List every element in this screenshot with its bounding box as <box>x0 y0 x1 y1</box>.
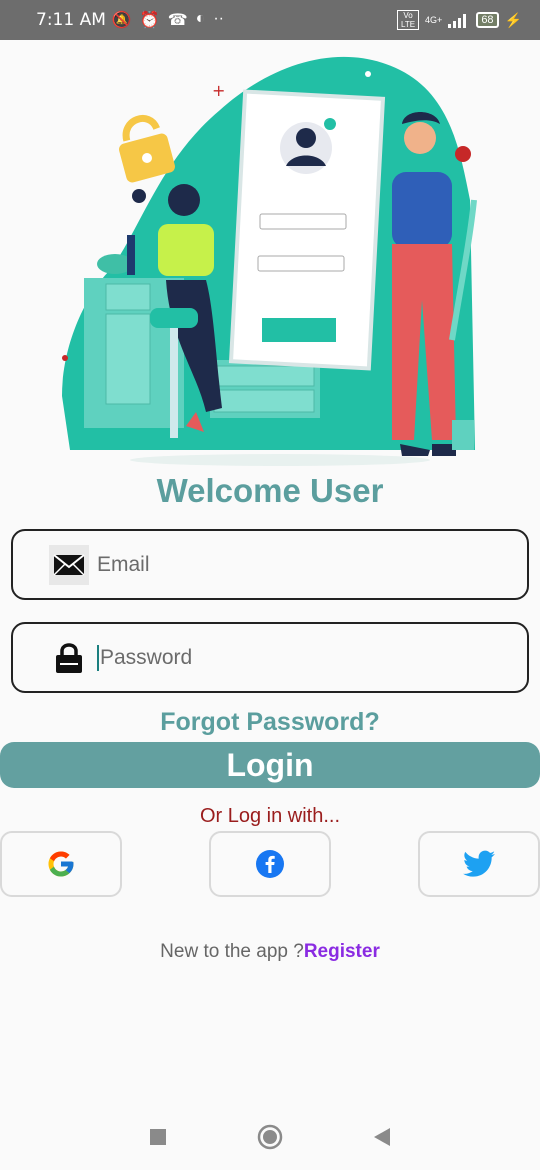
status-time: 7:11 AM <box>36 10 106 30</box>
mute-icon: 🔕 <box>111 12 132 29</box>
volte-icon: Vo LTE <box>397 10 420 30</box>
forgot-password-link[interactable]: Forgot Password? <box>0 708 540 737</box>
password-field[interactable]: Password <box>11 622 529 693</box>
alarm-icon: ⏰ <box>139 12 160 29</box>
email-placeholder: Email <box>97 552 150 576</box>
twitter-icon <box>463 850 495 877</box>
login-button[interactable]: Login <box>0 742 540 788</box>
app-notification-icon: ◐ <box>195 10 206 27</box>
password-placeholder: Password <box>100 645 193 669</box>
status-bar: 7:11 AM 🔕 ⏰ ☎ ◐ ·· Vo LTE 4G+ 68 ⚡ <box>0 0 540 40</box>
register-prompt: New to the app ?Register <box>0 941 540 963</box>
home-icon[interactable] <box>257 1124 283 1150</box>
email-icon <box>49 544 89 585</box>
login-illustration: + <box>62 56 477 466</box>
google-login-button[interactable] <box>0 831 122 897</box>
missed-call-icon: ☎ <box>167 12 188 29</box>
twitter-login-button[interactable] <box>418 831 540 897</box>
back-icon[interactable] <box>373 1127 391 1147</box>
lock-icon <box>49 638 89 678</box>
system-nav-bar <box>0 1104 540 1170</box>
charging-icon: ⚡ <box>504 11 522 28</box>
email-field[interactable]: Email <box>11 529 529 600</box>
text-cursor <box>97 644 99 671</box>
register-prompt-text: New to the app ? <box>160 941 304 962</box>
welcome-title: Welcome User <box>156 472 384 509</box>
battery-icon: 68 <box>476 12 499 28</box>
more-notifications-icon: ·· <box>213 10 224 27</box>
svg-text:+: + <box>212 81 225 100</box>
status-left-icons: 🔕 ⏰ ☎ ◐ ·· <box>112 10 224 30</box>
network-type: 4G+ <box>425 15 443 25</box>
recent-apps-icon[interactable] <box>149 1128 167 1146</box>
facebook-login-button[interactable] <box>209 831 331 897</box>
battery-level: 68 <box>481 14 494 26</box>
signal-icon <box>448 14 467 28</box>
facebook-icon <box>256 850 284 878</box>
or-login-with-label: Or Log in with... <box>199 805 341 827</box>
register-link[interactable]: Register <box>304 941 380 962</box>
google-icon <box>48 851 74 877</box>
status-right: Vo LTE 4G+ 68 ⚡ <box>397 10 522 30</box>
